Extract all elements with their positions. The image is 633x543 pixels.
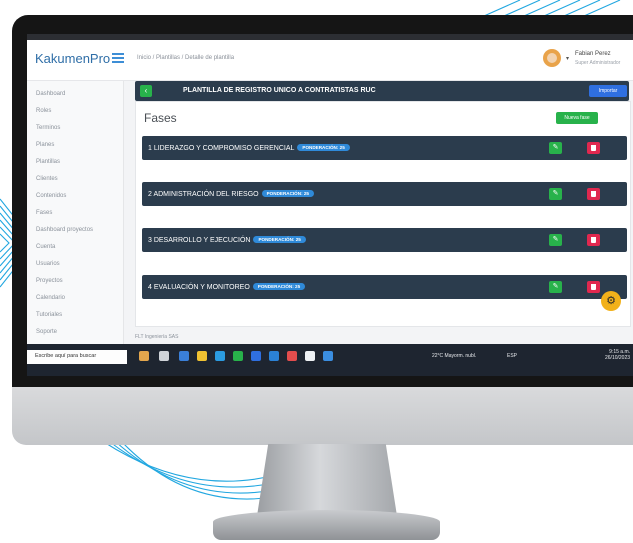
footer-text: FLT Ingeniería SAS xyxy=(135,334,179,340)
store-icon[interactable] xyxy=(215,351,225,361)
phase-row[interactable]: 4 EVALUACIÓN Y MONITOREO PONDERACIÓN: 25 … xyxy=(142,275,627,299)
taskbar: Escribe aquí para buscar 22°C Mayorm. nu… xyxy=(27,344,633,376)
system-tray[interactable]: ESP xyxy=(507,353,517,359)
sidebar-item-usuarios[interactable]: Usuarios xyxy=(36,261,60,267)
avatar[interactable] xyxy=(543,49,561,67)
sidebar-item-dashboard-proyectos[interactable]: Dashboard proyectos xyxy=(36,227,93,233)
phase-name: 4 EVALUACIÓN Y MONITOREO PONDERACIÓN: 25 xyxy=(148,283,306,291)
breadcrumb[interactable]: Inicio / Plantillas / Detalle de plantil… xyxy=(137,55,234,61)
date-label: 26/10/2023 xyxy=(605,355,631,361)
monitor-chin xyxy=(12,387,633,445)
monitor-stand-base xyxy=(213,510,440,540)
new-phase-button[interactable]: Nueva fase xyxy=(556,112,598,124)
phase-name: 2 ADMINISTRACIÓN DEL RIESGO PONDERACIÓN: … xyxy=(148,190,314,198)
task-view-icon[interactable] xyxy=(159,351,169,361)
weight-badge: PONDERACIÓN: 25 xyxy=(252,283,306,290)
sidebar-item-terminos[interactable]: Terminos xyxy=(36,125,60,131)
tiktok-icon[interactable] xyxy=(305,351,315,361)
phase-name: 3 DESARROLLO Y EJECUCIÓN PONDERACIÓN: 25 xyxy=(148,236,306,244)
sidebar-item-roles[interactable]: Roles xyxy=(36,108,51,114)
monitor-stand-neck xyxy=(257,444,397,516)
phases-card: Fases Nueva fase 1 LIDERAZGO Y COMPROMIS… xyxy=(135,101,631,327)
weight-badge: PONDERACIÓN: 25 xyxy=(297,144,350,151)
delete-button[interactable] xyxy=(587,188,600,200)
template-header: ‹ PLANTILLA DE REGISTRO UNICO A CONTRATI… xyxy=(135,81,629,101)
chrome-icon[interactable] xyxy=(233,351,243,361)
sidebar-item-clientes[interactable]: Clientes xyxy=(36,176,58,182)
edit-button[interactable]: ✎ xyxy=(549,188,562,200)
menu-icon[interactable] xyxy=(112,53,124,63)
monitor-screen: KakumenPro Inicio / Plantillas / Detalle… xyxy=(27,34,633,376)
phase-name: 1 LIDERAZGO Y COMPROMISO GERENCIAL PONDER… xyxy=(148,144,350,152)
sidebar-item-planes[interactable]: Planes xyxy=(36,142,54,148)
sidebar: Dashboard Roles Terminos Planes Plantill… xyxy=(27,81,124,359)
delete-button[interactable] xyxy=(587,142,600,154)
sidebar-item-plantillas[interactable]: Plantillas xyxy=(36,159,60,165)
edit-button[interactable]: ✎ xyxy=(549,234,562,246)
sidebar-item-tutoriales[interactable]: Tutoriales xyxy=(36,312,62,318)
chevron-down-icon[interactable]: ▾ xyxy=(566,55,569,62)
taskbar-search[interactable]: Escribe aquí para buscar xyxy=(27,350,127,364)
sidebar-item-proyectos[interactable]: Proyectos xyxy=(36,278,63,284)
user-name[interactable]: Fabian Perez xyxy=(575,51,611,57)
sidebar-item-soporte[interactable]: Soporte xyxy=(36,329,57,335)
delete-button[interactable] xyxy=(587,281,600,293)
top-header: KakumenPro Inicio / Plantillas / Detalle… xyxy=(27,40,633,81)
sidebar-item-calendario[interactable]: Calendario xyxy=(36,295,65,301)
word-icon[interactable] xyxy=(269,351,279,361)
app-icon[interactable] xyxy=(287,351,297,361)
weather-status[interactable]: 22°C Mayorm. nubl. xyxy=(432,353,476,359)
page-title: PLANTILLA DE REGISTRO UNICO A CONTRATIST… xyxy=(183,87,376,94)
app-logo[interactable]: KakumenPro xyxy=(35,51,110,66)
edit-button[interactable]: ✎ xyxy=(549,281,562,293)
search-input[interactable]: Escribe aquí para buscar xyxy=(35,353,96,359)
phase-row[interactable]: 1 LIDERAZGO Y COMPROMISO GERENCIAL PONDER… xyxy=(142,136,627,160)
phase-row[interactable]: 2 ADMINISTRACIÓN DEL RIESGO PONDERACIÓN: … xyxy=(142,182,627,206)
sidebar-item-contenidos[interactable]: Contenidos xyxy=(36,193,66,199)
clock[interactable]: 9:15 a.m. 26/10/2023 xyxy=(605,349,630,361)
edit-button[interactable]: ✎ xyxy=(549,142,562,154)
gear-icon[interactable]: ⚙ xyxy=(601,291,621,311)
character-icon[interactable] xyxy=(139,351,149,361)
sidebar-item-fases[interactable]: Fases xyxy=(36,210,52,216)
section-title: Fases xyxy=(144,111,177,125)
sidebar-item-cuenta[interactable]: Cuenta xyxy=(36,244,55,250)
user-role: Super Administrador xyxy=(575,60,621,66)
sidebar-item-dashboard[interactable]: Dashboard xyxy=(36,91,65,97)
weight-badge: PONDERACIÓN: 25 xyxy=(253,236,306,243)
phase-row[interactable]: 3 DESARROLLO Y EJECUCIÓN PONDERACIÓN: 25 … xyxy=(142,228,627,252)
import-button[interactable]: Importar xyxy=(589,85,627,97)
weight-badge: PONDERACIÓN: 25 xyxy=(261,190,314,197)
back-button[interactable]: ‹ xyxy=(140,85,152,97)
delete-button[interactable] xyxy=(587,234,600,246)
folder-icon[interactable] xyxy=(197,351,207,361)
teams-icon[interactable] xyxy=(323,351,333,361)
mail-icon[interactable] xyxy=(251,351,261,361)
edge-icon[interactable] xyxy=(179,351,189,361)
